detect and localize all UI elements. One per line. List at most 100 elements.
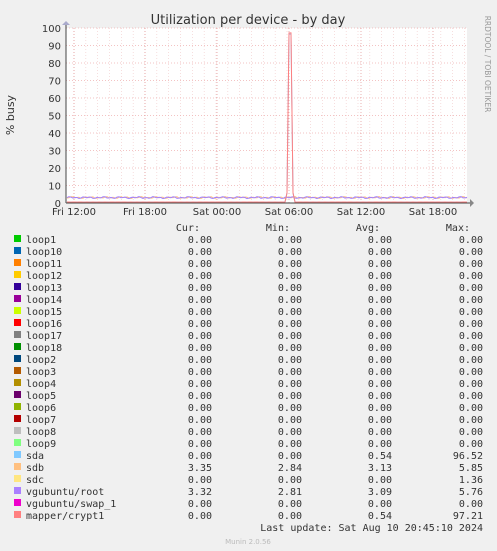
legend-cur-value: 0.00 xyxy=(188,319,212,330)
legend-min-value: 0.00 xyxy=(278,427,302,438)
x-tick-label: Sat 00:00 xyxy=(193,207,241,218)
y-tick-label: 20 xyxy=(48,164,61,175)
y-tick-label: 10 xyxy=(48,182,61,193)
y-tick-label: 60 xyxy=(48,94,61,105)
legend-min-value: 0.00 xyxy=(278,379,302,390)
legend-cur-value: 0.00 xyxy=(188,475,212,486)
legend-header-cur: Cur: xyxy=(176,223,200,234)
legend-max-value: 5.85 xyxy=(459,463,483,474)
legend-device-name: loop14 xyxy=(26,295,62,306)
legend-max-value: 0.00 xyxy=(459,259,483,270)
legend-max-value: 0.00 xyxy=(459,271,483,282)
legend-device-name: loop16 xyxy=(26,319,62,330)
legend-min-value: 2.81 xyxy=(278,487,302,498)
legend-swatch xyxy=(14,331,21,338)
legend-min-value: 0.00 xyxy=(278,319,302,330)
legend-device-name: loop5 xyxy=(26,391,56,402)
legend-min-value: 0.00 xyxy=(278,475,302,486)
legend-avg-value: 3.09 xyxy=(368,487,392,498)
legend-cur-value: 0.00 xyxy=(188,307,212,318)
legend-avg-value: 0.00 xyxy=(368,427,392,438)
legend-max-value: 0.00 xyxy=(459,415,483,426)
legend-cur-value: 0.00 xyxy=(188,367,212,378)
legend-cur-value: 0.00 xyxy=(188,403,212,414)
footer-version: Munin 2.0.56 xyxy=(225,538,271,546)
y-tick-label: 80 xyxy=(48,59,61,70)
legend-max-value: 0.00 xyxy=(459,367,483,378)
legend-cur-value: 0.00 xyxy=(188,427,212,438)
legend-min-value: 0.00 xyxy=(278,403,302,414)
legend-device-name: mapper/crypt1 xyxy=(26,511,104,522)
legend-cur-value: 0.00 xyxy=(188,247,212,258)
legend-min-value: 0.00 xyxy=(278,307,302,318)
legend-min-value: 0.00 xyxy=(278,355,302,366)
legend-avg-value: 0.00 xyxy=(368,355,392,366)
legend-swatch xyxy=(14,283,21,290)
legend-cur-value: 0.00 xyxy=(188,391,212,402)
legend-swatch xyxy=(14,319,21,326)
legend-swatch xyxy=(14,403,21,410)
legend-header-avg: Avg: xyxy=(356,223,380,234)
legend-cur-value: 0.00 xyxy=(188,451,212,462)
legend-avg-value: 0.00 xyxy=(368,247,392,258)
legend-swatch xyxy=(14,475,21,482)
legend-avg-value: 0.00 xyxy=(368,295,392,306)
legend-swatch xyxy=(14,235,21,242)
legend-device-name: loop10 xyxy=(26,247,62,258)
legend-device-name: loop6 xyxy=(26,403,56,414)
munin-graph: Utilization per device - by day % busy R… xyxy=(4,13,492,546)
legend-device-name: loop1 xyxy=(26,235,56,246)
legend-cur-value: 0.00 xyxy=(188,235,212,246)
legend-cur-value: 0.00 xyxy=(188,439,212,450)
legend-max-value: 0.00 xyxy=(459,307,483,318)
legend-device-name: loop3 xyxy=(26,367,56,378)
legend-min-value: 0.00 xyxy=(278,499,302,510)
legend-min-value: 0.00 xyxy=(278,259,302,270)
legend-avg-value: 0.00 xyxy=(368,235,392,246)
legend-swatch xyxy=(14,511,21,518)
legend-cur-value: 0.00 xyxy=(188,355,212,366)
legend-min-value: 0.00 xyxy=(278,415,302,426)
legend-avg-value: 0.00 xyxy=(368,391,392,402)
legend-swatch xyxy=(14,463,21,470)
legend-min-value: 0.00 xyxy=(278,247,302,258)
legend-avg-value: 0.00 xyxy=(368,439,392,450)
legend-device-name: loop4 xyxy=(26,379,56,390)
legend-min-value: 0.00 xyxy=(278,295,302,306)
legend-avg-value: 0.54 xyxy=(368,451,392,462)
legend-min-value: 0.00 xyxy=(278,235,302,246)
legend-avg-value: 0.00 xyxy=(368,343,392,354)
legend-avg-value: 0.54 xyxy=(368,511,392,522)
legend-swatch xyxy=(14,439,21,446)
y-tick-label: 70 xyxy=(48,77,61,88)
legend-avg-value: 0.00 xyxy=(368,307,392,318)
y-tick-labels: 0102030405060708090100 xyxy=(42,24,61,210)
legend-device-name: loop15 xyxy=(26,307,62,318)
legend-avg-value: 0.00 xyxy=(368,415,392,426)
legend-device-name: loop2 xyxy=(26,355,56,366)
legend-header-min: Min: xyxy=(266,223,290,234)
legend-avg-value: 3.13 xyxy=(368,463,392,474)
legend-swatch xyxy=(14,487,21,494)
legend-device-name: loop12 xyxy=(26,271,62,282)
legend-table: Cur: Min: Avg: Max: loop1 0.00 0.00 0.00 0.0… xyxy=(14,223,483,522)
legend-swatch xyxy=(14,367,21,374)
legend-swatch xyxy=(14,427,21,434)
legend-cur-value: 0.00 xyxy=(188,343,212,354)
legend-cur-value: 3.35 xyxy=(188,463,212,474)
legend-device-name: loop8 xyxy=(26,427,56,438)
legend-avg-value: 0.00 xyxy=(368,499,392,510)
legend-avg-value: 0.00 xyxy=(368,283,392,294)
legend-device-name: sdb xyxy=(26,463,44,474)
y-axis-label: % busy xyxy=(4,94,17,135)
y-tick-label: 50 xyxy=(48,112,61,123)
chart-title: Utilization per device - by day xyxy=(151,13,346,28)
legend-max-value: 0.00 xyxy=(459,403,483,414)
watermark-text: RRDTOOL / TOBI OETIKER xyxy=(483,16,492,113)
legend-max-value: 0.00 xyxy=(459,247,483,258)
legend-device-name: sda xyxy=(26,451,44,462)
legend-swatch xyxy=(14,271,21,278)
legend-cur-value: 0.00 xyxy=(188,499,212,510)
legend-swatch xyxy=(14,391,21,398)
legend-max-value: 0.00 xyxy=(459,319,483,330)
